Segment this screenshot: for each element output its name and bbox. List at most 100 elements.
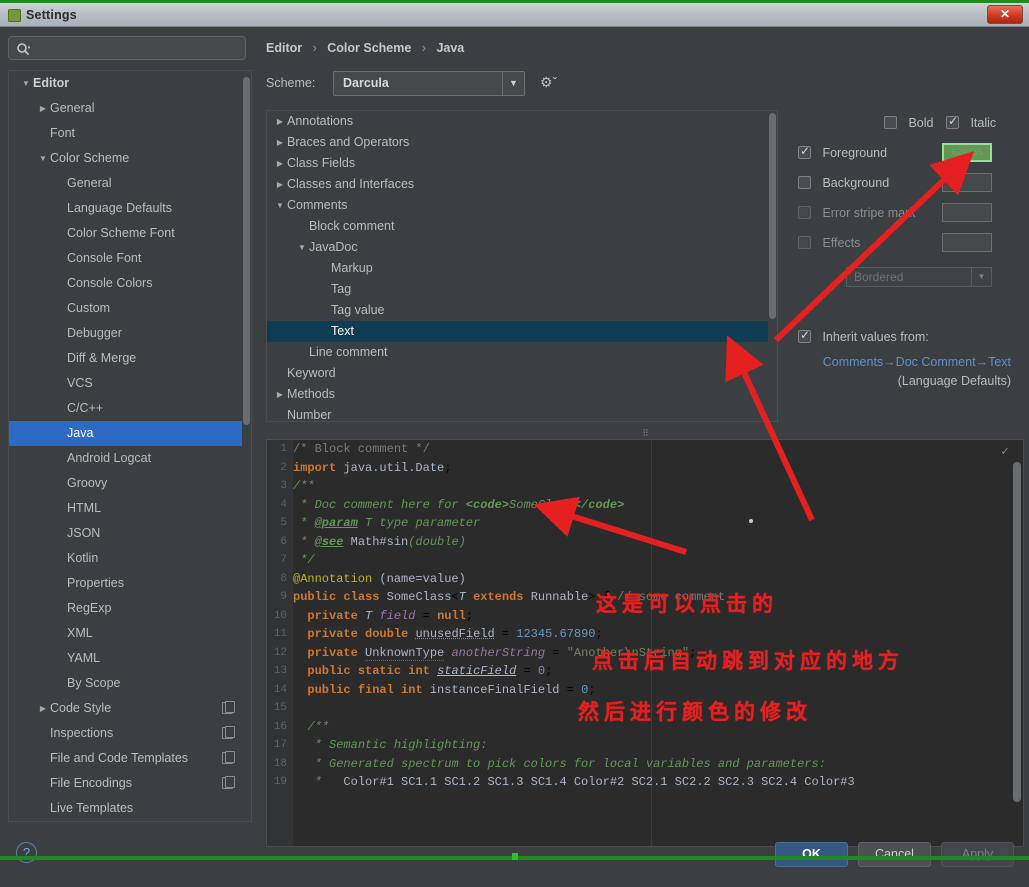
sidebar-item-live-templates[interactable]: Live Templates (9, 796, 251, 821)
error-stripe-color-swatch[interactable] (942, 203, 992, 222)
code-line[interactable]: 5 * @param T type parameter (293, 514, 1023, 533)
sidebar-item-debugger[interactable]: Debugger (9, 321, 251, 346)
background-option[interactable]: Background (798, 174, 889, 194)
sidebar-item-html[interactable]: HTML (9, 496, 251, 521)
close-icon[interactable]: ✕ (987, 5, 1023, 24)
sidebar-item-xml[interactable]: XML (9, 621, 251, 646)
chevron-down-icon[interactable]: ▼ (36, 146, 50, 171)
bold-checkbox[interactable] (884, 116, 897, 129)
ok-button[interactable]: OK (775, 842, 848, 867)
code-line[interactable]: 16 /** (293, 718, 1023, 737)
sidebar-item-console-font[interactable]: Console Font (9, 246, 251, 271)
copy-settings-icon[interactable] (222, 727, 233, 739)
breadcrumb-item-color-scheme[interactable]: Color Scheme (327, 41, 411, 55)
sidebar-item-language-defaults[interactable]: Language Defaults (9, 196, 251, 221)
sidebar-item-file-and-code-templates[interactable]: File and Code Templates (9, 746, 251, 771)
copy-settings-icon[interactable] (222, 702, 233, 714)
search-box[interactable] (8, 36, 246, 60)
chevron-down-icon[interactable]: ▼ (502, 72, 524, 95)
chevron-down-icon[interactable]: ▼ (19, 71, 33, 96)
chevron-right-icon[interactable]: ▶ (36, 96, 50, 121)
code-line[interactable]: 18 * Generated spectrum to pick colors f… (293, 755, 1023, 774)
sidebar-item-regexp[interactable]: RegExp (9, 596, 251, 621)
chevron-down-icon[interactable]: ▼ (971, 268, 991, 286)
attribute-item-number[interactable]: Number (267, 405, 777, 422)
preview-scrollbar[interactable] (1011, 440, 1023, 847)
panel-splitter[interactable]: ⠿ (266, 430, 1024, 438)
foreground-option[interactable]: Foreground (798, 144, 887, 164)
inherit-option[interactable]: Inherit values from: (798, 328, 929, 348)
attribute-item-annotations[interactable]: ▶Annotations (267, 111, 777, 132)
foreground-color-swatch[interactable]: 629755 (942, 143, 992, 162)
attribute-item-braces-and-operators[interactable]: ▶Braces and Operators (267, 132, 777, 153)
sidebar-item-c-c[interactable]: C/C++ (9, 396, 251, 421)
code-line[interactable]: 15 (293, 699, 1023, 718)
code-line[interactable]: 7 */ (293, 551, 1023, 570)
chevron-right-icon[interactable]: ▶ (273, 384, 287, 405)
attributes-tree[interactable]: ▶Annotations▶Braces and Operators▶Class … (266, 110, 778, 422)
effects-option[interactable]: Effects (798, 234, 860, 254)
italic-option[interactable]: Italic (946, 114, 996, 134)
attribute-item-comments[interactable]: ▼Comments (267, 195, 777, 216)
code-line[interactable]: 9public class SomeClass<T extends Runnab… (293, 588, 1023, 607)
attributes-scrollbar[interactable] (768, 111, 777, 422)
code-line[interactable]: 3/** (293, 477, 1023, 496)
chevron-right-icon[interactable]: ▶ (273, 111, 287, 132)
sidebar-item-editor[interactable]: ▼Editor (9, 71, 251, 96)
attribute-item-line-comment[interactable]: Line comment (267, 342, 777, 363)
sidebar-scrollbar[interactable] (242, 71, 251, 822)
sidebar-item-general[interactable]: ▶General (9, 96, 251, 121)
sidebar-item-diff-merge[interactable]: Diff & Merge (9, 346, 251, 371)
attribute-item-text[interactable]: Text (267, 321, 777, 342)
effect-type-dropdown[interactable]: Bordered ▼ (846, 267, 992, 287)
chevron-right-icon[interactable]: ▶ (273, 132, 287, 153)
attribute-item-markup[interactable]: Markup (267, 258, 777, 279)
scheme-dropdown[interactable]: Darcula ▼ (333, 71, 525, 96)
search-input[interactable] (35, 40, 235, 58)
sidebar-item-kotlin[interactable]: Kotlin (9, 546, 251, 571)
chevron-down-icon[interactable]: ▼ (273, 195, 287, 216)
code-line[interactable]: 13 public static int staticField = 0; (293, 662, 1023, 681)
code-line[interactable]: 12 private UnknownType anotherString = "… (293, 644, 1023, 663)
bold-option[interactable]: Bold (884, 114, 933, 134)
code-line[interactable]: 6 * @see Math#sin(double) (293, 533, 1023, 552)
code-preview[interactable]: 1/* Block comment */2import java.util.Da… (266, 439, 1024, 847)
sidebar-item-file-encodings[interactable]: File Encodings (9, 771, 251, 796)
chevron-right-icon[interactable]: ▶ (273, 174, 287, 195)
sidebar-scrollbar-thumb[interactable] (243, 77, 250, 425)
attribute-item-tag[interactable]: Tag (267, 279, 777, 300)
sidebar-item-font[interactable]: Font (9, 121, 251, 146)
code-line[interactable]: 4 * Doc comment here for <code>SomeClass… (293, 496, 1023, 515)
chevron-right-icon[interactable]: ▶ (273, 153, 287, 174)
cancel-button[interactable]: Cancel (858, 842, 931, 867)
copy-settings-icon[interactable] (222, 752, 233, 764)
effects-color-swatch[interactable] (942, 233, 992, 252)
breadcrumb-item-editor[interactable]: Editor (266, 41, 302, 55)
code-line[interactable]: 2import java.util.Date; (293, 459, 1023, 478)
sidebar-item-general[interactable]: General (9, 171, 251, 196)
attribute-item-tag-value[interactable]: Tag value (267, 300, 777, 321)
sidebar-item-inspections[interactable]: Inspections (9, 721, 251, 746)
sidebar-item-yaml[interactable]: YAML (9, 646, 251, 671)
chevron-right-icon[interactable]: ▶ (36, 696, 50, 721)
code-line[interactable]: 14 public final int instanceFinalField =… (293, 681, 1023, 700)
attribute-item-methods[interactable]: ▶Methods (267, 384, 777, 405)
copy-settings-icon[interactable] (222, 777, 233, 789)
inherit-checkbox[interactable] (798, 330, 811, 343)
sidebar-item-console-colors[interactable]: Console Colors (9, 271, 251, 296)
background-color-swatch[interactable] (942, 173, 992, 192)
attribute-item-block-comment[interactable]: Block comment (267, 216, 777, 237)
sidebar-item-json[interactable]: JSON (9, 521, 251, 546)
sidebar-item-vcs[interactable]: VCS (9, 371, 251, 396)
gear-icon[interactable]: ⚙ˇ (540, 74, 557, 91)
error-stripe-checkbox[interactable] (798, 206, 811, 219)
attribute-item-classes-and-interfaces[interactable]: ▶Classes and Interfaces (267, 174, 777, 195)
code-lines[interactable]: 1/* Block comment */2import java.util.Da… (293, 440, 1023, 846)
sidebar-item-android-logcat[interactable]: Android Logcat (9, 446, 251, 471)
attribute-item-keyword[interactable]: Keyword (267, 363, 777, 384)
sidebar-item-code-style[interactable]: ▶Code Style (9, 696, 251, 721)
background-checkbox[interactable] (798, 176, 811, 189)
preview-scrollbar-thumb[interactable] (1013, 462, 1021, 802)
attribute-item-javadoc[interactable]: ▼JavaDoc (267, 237, 777, 258)
apply-button[interactable]: Apply (941, 842, 1014, 867)
